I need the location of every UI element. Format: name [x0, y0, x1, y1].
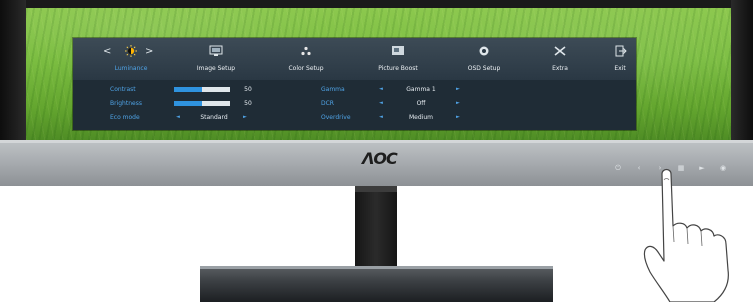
osd-tab-bar: < > Luminance Image Setup Color Setup Pi…: [73, 38, 636, 80]
tab-luminance-label: Luminance: [114, 65, 148, 72]
dcr-left-arrow[interactable]: ◄: [379, 100, 383, 107]
eco-mode-label: Eco mode: [110, 114, 140, 121]
exit-icon: [615, 45, 627, 57]
tab-exit-label: Exit: [614, 65, 626, 72]
contrast-slider-fill: [174, 87, 202, 92]
power-button[interactable]: ⏻: [613, 163, 623, 173]
extra-icon: [554, 46, 566, 56]
dcr-value[interactable]: Off: [397, 100, 445, 107]
brightness-slider[interactable]: [174, 101, 230, 106]
overdrive-right-arrow[interactable]: ►: [456, 114, 460, 121]
tab-picture-boost-label: Picture Boost: [378, 65, 418, 72]
brightness-slider-fill: [174, 101, 202, 106]
tab-luminance[interactable]: Luminance: [101, 38, 161, 80]
pointing-hand-icon: [643, 168, 729, 302]
dcr-right-arrow[interactable]: ►: [456, 100, 460, 107]
tab-extra[interactable]: Extra: [532, 38, 588, 80]
tab-image-setup[interactable]: Image Setup: [181, 38, 251, 80]
eco-mode-value[interactable]: Standard: [191, 114, 237, 121]
contrast-value: 50: [244, 86, 252, 93]
monitor-scene: < > Luminance Image Setup Color Setup Pi…: [0, 0, 753, 302]
brightness-label: Brightness: [110, 100, 142, 107]
monitor-stand-neck: [355, 186, 397, 266]
osd-setup-icon: [479, 46, 489, 56]
brightness-value: 50: [244, 100, 252, 107]
monitor-stand-base: [200, 266, 553, 302]
gamma-value[interactable]: Gamma 1: [397, 86, 445, 93]
monitor-left-bezel: [0, 0, 26, 140]
eco-mode-right-arrow[interactable]: ►: [243, 114, 247, 121]
dcr-label: DCR: [321, 100, 334, 107]
overdrive-label: Overdrive: [321, 114, 351, 121]
aoc-logo: ΛOC: [362, 149, 398, 168]
contrast-slider[interactable]: [174, 87, 230, 92]
overdrive-value[interactable]: Medium: [397, 114, 445, 121]
picture-boost-icon: [392, 46, 404, 55]
tab-osd-setup[interactable]: OSD Setup: [449, 38, 519, 80]
tab-exit[interactable]: Exit: [604, 38, 636, 80]
monitor-right-bezel: [731, 0, 753, 140]
tab-picture-boost[interactable]: Picture Boost: [360, 38, 436, 80]
stand-neck-highlight: [355, 186, 397, 192]
tab-color-setup-label: Color Setup: [288, 65, 324, 72]
osd-menu: < > Luminance Image Setup Color Setup Pi…: [73, 38, 636, 130]
osd-settings-panel: Contrast 50 Brightness 50 Eco mode ◄ Sta…: [73, 80, 636, 130]
stand-base-highlight: [200, 266, 553, 269]
eco-mode-left-arrow[interactable]: ◄: [176, 114, 180, 121]
gamma-left-arrow[interactable]: ◄: [379, 86, 383, 93]
contrast-label: Contrast: [110, 86, 136, 93]
tab-image-setup-label: Image Setup: [196, 65, 236, 72]
overdrive-left-arrow[interactable]: ◄: [379, 114, 383, 121]
tab-color-setup[interactable]: Color Setup: [271, 38, 341, 80]
image-setup-icon: [209, 45, 223, 56]
color-setup-icon: [301, 46, 311, 56]
gamma-right-arrow[interactable]: ►: [456, 86, 460, 93]
tab-osd-setup-label: OSD Setup: [467, 65, 501, 72]
sun-icon: [125, 45, 137, 57]
gamma-label: Gamma: [321, 86, 345, 93]
bezel-highlight: [0, 140, 753, 143]
tab-extra-label: Extra: [552, 65, 568, 72]
